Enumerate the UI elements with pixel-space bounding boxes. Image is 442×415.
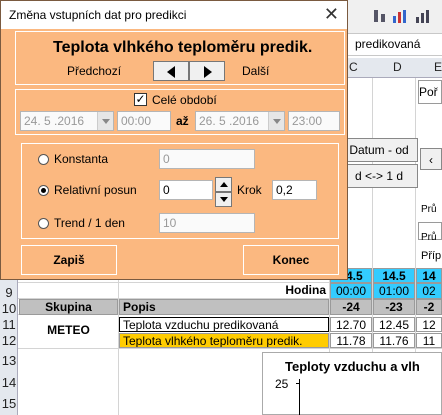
chart-y-tick: 25 (275, 377, 289, 391)
relative-shift-input[interactable]: 0 (159, 180, 213, 200)
chart-title: Teploty vzduchu a vlh (285, 359, 420, 374)
date-to-select[interactable]: 26. 5 .2016 (195, 111, 285, 131)
konstanta-input[interactable]: 0 (159, 149, 255, 169)
time-from-input[interactable]: 00:00 (117, 111, 171, 131)
side-label-pru-2: Prů (421, 232, 437, 243)
value-cell[interactable]: 12.45 (373, 317, 415, 332)
konstanta-radio[interactable] (38, 154, 49, 165)
trend-label: Trend / 1 den (54, 216, 125, 230)
time-from-value: 00:00 (121, 114, 152, 128)
close-icon[interactable]: ✕ (324, 5, 339, 23)
relative-shift-spinner[interactable] (215, 177, 232, 207)
row8-value[interactable]: 14.5 (373, 268, 415, 283)
formula-text: predikovaná (355, 37, 421, 51)
row-number[interactable]: 11 (0, 317, 18, 332)
chevron-down-icon[interactable] (268, 112, 284, 130)
column-header-d[interactable]: D (393, 60, 402, 74)
value-cell[interactable]: 11.76 (373, 333, 415, 348)
column-header-e[interactable]: E (434, 60, 442, 74)
time-to-value: 23:00 (292, 114, 323, 128)
konstanta-label: Konstanta (54, 152, 109, 166)
row-number[interactable]: 9 (0, 285, 18, 300)
offset-cell[interactable]: -24 (330, 299, 372, 315)
row-number[interactable]: 12 (0, 333, 18, 348)
dialog-title: Změna vstupních dat pro predikci (9, 8, 187, 22)
value-cell[interactable]: 11.78 (330, 333, 372, 348)
popis-header[interactable]: Popis (119, 299, 329, 315)
spin-up-icon[interactable] (215, 177, 232, 192)
hour-cell[interactable]: 00:00 (330, 283, 372, 299)
row-number[interactable]: 14 (0, 375, 18, 390)
value-cell[interactable]: 11 (416, 333, 442, 348)
sort-icon[interactable] (372, 8, 388, 24)
prev-button[interactable] (153, 61, 189, 81)
chevron-down-icon[interactable] (97, 112, 113, 130)
chart-icon[interactable] (392, 8, 408, 24)
series-name-cell-selected[interactable]: Teplota vlhkého teploměru predik. (119, 333, 329, 348)
column-header-c[interactable]: C (349, 60, 358, 74)
date-from-select[interactable]: 24. 5 .2016 (20, 111, 114, 131)
offset-cell[interactable]: -2 (416, 299, 442, 315)
offset-cell[interactable]: -23 (373, 299, 415, 315)
arrow-left-icon (167, 66, 175, 78)
relative-shift-label: Relativní posun (54, 183, 137, 197)
hodina-label: Hodina (285, 283, 326, 297)
chart-y-axis (299, 379, 300, 415)
hour-cell[interactable]: 02 (416, 283, 442, 299)
row-number[interactable]: 13 (0, 353, 18, 368)
relative-shift-radio[interactable] (38, 185, 49, 196)
side-label-po: Poř (418, 80, 442, 104)
date-to-value: 26. 5 .2016 (199, 114, 260, 128)
group-meteo[interactable]: METEO (19, 315, 118, 348)
and-label: až (176, 114, 189, 128)
next-label: Další (242, 64, 270, 78)
close-button[interactable]: Konec (243, 245, 339, 275)
relative-shift-value: 0 (163, 183, 170, 197)
series-name-cell[interactable]: Teplota vzduchu predikovaná (119, 317, 329, 332)
dialog-titlebar[interactable]: Změna vstupních dat pro predikci ✕ (1, 1, 347, 29)
whole-period-checkbox[interactable]: ✓ (134, 93, 147, 106)
konstanta-value: 0 (163, 152, 170, 166)
side-label-pru: Prů (421, 204, 437, 215)
prediction-input-dialog: Změna vstupních dat pro predikci ✕ Teplo… (0, 0, 348, 280)
series-heading: Teplota vlhkého teploměru predik. (53, 39, 313, 56)
date-from-value: 24. 5 .2016 (24, 114, 85, 128)
trend-value: 10 (163, 216, 177, 230)
skupina-header[interactable]: Skupina (19, 299, 118, 315)
row8-value[interactable]: 14 (416, 268, 442, 283)
scroll-left-button[interactable]: ‹ (420, 148, 442, 170)
arrow-right-icon (204, 66, 212, 78)
embedded-chart[interactable]: Teploty vzduchu a vlh 25 (262, 352, 442, 415)
save-button[interactable]: Zapiš (21, 245, 117, 275)
whole-period-label: Celé období (152, 93, 217, 107)
drawing-icon[interactable] (414, 8, 430, 24)
step-value: 0,2 (276, 183, 293, 197)
grid-line (18, 348, 442, 349)
side-label-prip: Příp (421, 250, 442, 262)
hour-cell[interactable]: 01:00 (373, 283, 415, 299)
time-to-input[interactable]: 23:00 (288, 111, 340, 131)
chevron-left-icon: ‹ (429, 153, 433, 167)
step-label: Krok (237, 183, 262, 197)
value-cell[interactable]: 12.70 (330, 317, 372, 332)
prev-label: Předchozí (67, 64, 122, 78)
day-switch-button[interactable]: d <-> 1 d (340, 164, 418, 188)
row-number[interactable]: 10 (0, 301, 18, 316)
datum-od-button[interactable]: Datum - od (340, 138, 418, 162)
value-cell[interactable]: 12 (416, 317, 442, 332)
trend-input[interactable]: 10 (159, 213, 255, 233)
next-button[interactable] (189, 61, 225, 81)
trend-radio[interactable] (38, 218, 49, 229)
spin-down-icon[interactable] (215, 192, 232, 207)
step-input[interactable]: 0,2 (272, 180, 317, 200)
row-number[interactable]: 15 (0, 396, 18, 411)
